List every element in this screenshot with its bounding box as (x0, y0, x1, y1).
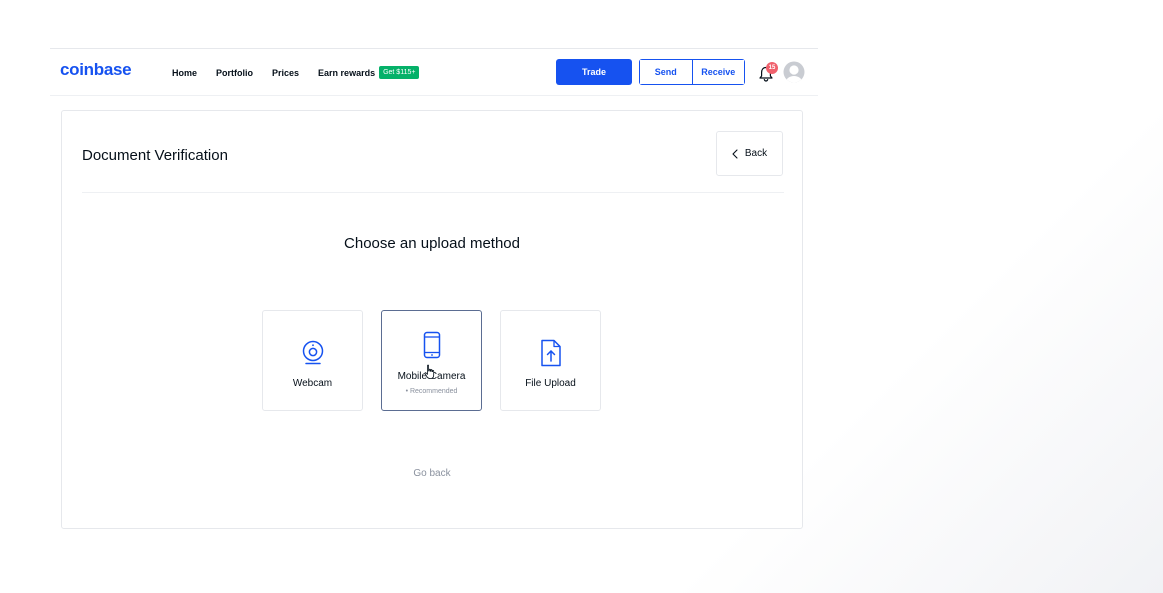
nav-portfolio[interactable]: Portfolio (216, 68, 253, 78)
option-file-upload[interactable]: File Upload (500, 310, 601, 411)
card-header: Document Verification Back (82, 111, 784, 193)
go-back-link[interactable]: Go back (62, 468, 802, 479)
upload-method-options: Webcam Mobile Camera • Recommended File … (262, 310, 601, 411)
document-verification-card: Document Verification Back Choose an upl… (61, 110, 803, 529)
user-avatar[interactable] (783, 61, 805, 83)
page-title: Document Verification (82, 147, 228, 164)
earn-rewards-badge: Get $115+ (379, 66, 420, 79)
option-webcam-label: Webcam (292, 378, 333, 389)
webcam-icon (302, 340, 323, 365)
file-upload-icon (540, 339, 561, 367)
option-file-upload-label: File Upload (525, 378, 576, 389)
nav-home[interactable]: Home (172, 68, 197, 78)
upload-method-heading: Choose an upload method (344, 235, 520, 252)
back-button[interactable]: Back (716, 131, 783, 176)
nav-earn-rewards[interactable]: Earn rewards Get $115+ (318, 66, 420, 79)
option-webcam[interactable]: Webcam (262, 310, 363, 411)
recommended-badge: • Recommended (405, 388, 458, 395)
chevron-left-icon (732, 148, 738, 159)
nav-links: Home Portfolio Prices Earn rewards Get $… (172, 66, 420, 79)
trade-button[interactable]: Trade (556, 59, 632, 85)
coinbase-logo[interactable]: coinbase (60, 60, 132, 80)
mobile-phone-icon (423, 331, 440, 359)
user-avatar-icon (783, 61, 805, 83)
option-mobile-camera[interactable]: Mobile Camera • Recommended (381, 310, 482, 411)
notifications-button[interactable]: 15 (758, 62, 778, 83)
send-button[interactable]: Send (640, 60, 693, 84)
back-button-label: Back (744, 148, 768, 159)
receive-button[interactable]: Receive (692, 60, 744, 84)
hand-cursor-icon (424, 364, 435, 379)
top-navbar: coinbase Home Portfolio Prices Earn rewa… (50, 48, 818, 96)
notification-count-badge: 15 (766, 62, 778, 74)
send-receive-group: Send Receive (639, 59, 745, 85)
nav-prices[interactable]: Prices (272, 68, 299, 78)
nav-earn-rewards-label: Earn rewards (318, 67, 376, 78)
